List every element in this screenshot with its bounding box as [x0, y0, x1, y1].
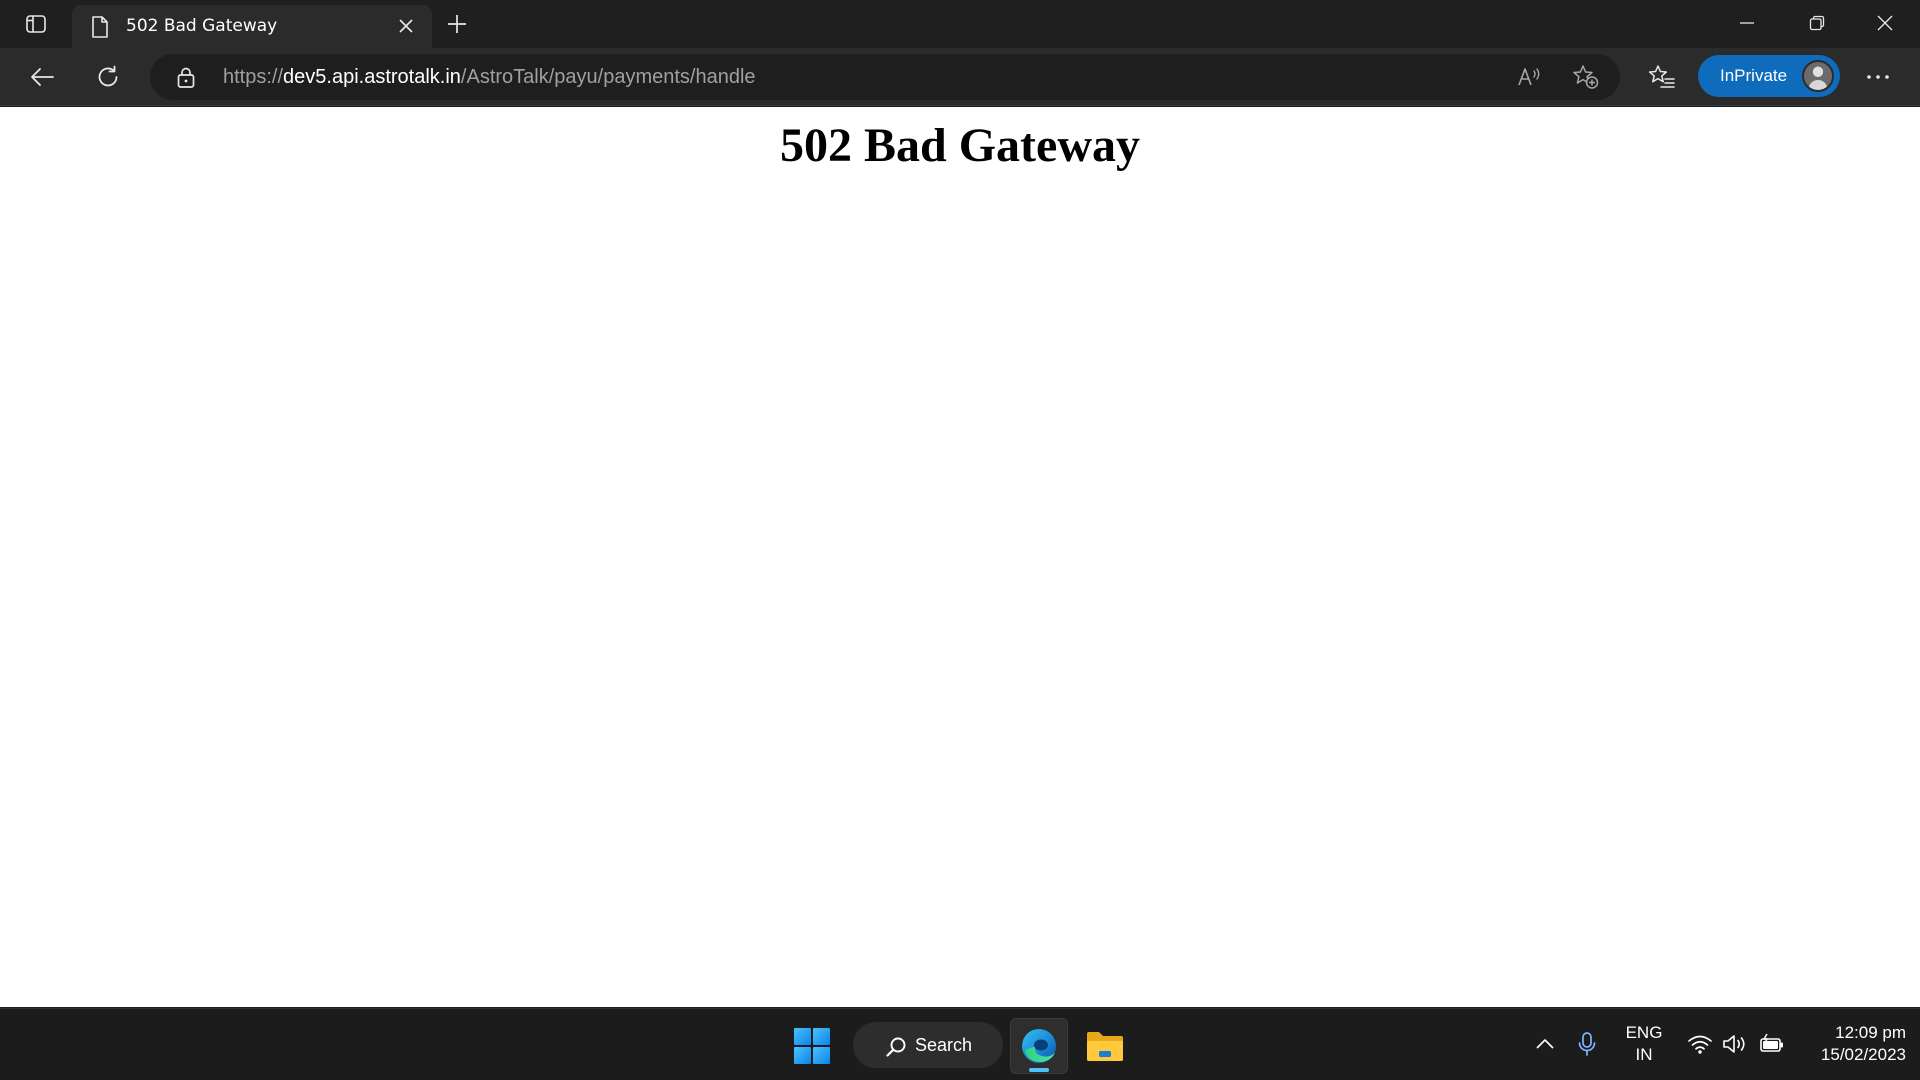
language-code: ENG: [1625, 1023, 1663, 1042]
tab-strip: 502 Bad Gateway: [0, 0, 1920, 48]
url-host: dev5.api.astrotalk.in: [283, 66, 461, 88]
more-options-button[interactable]: [1858, 58, 1898, 96]
active-app-indicator: [1029, 1068, 1049, 1072]
tab-actions-icon: [26, 15, 46, 33]
search-label: Search: [915, 1035, 973, 1055]
language-region: IN: [1635, 1045, 1653, 1064]
clock-time: 12:09 pm: [1835, 1023, 1906, 1042]
edge-taskbar-app[interactable]: [1010, 1018, 1068, 1074]
add-favorite-button[interactable]: [1570, 62, 1602, 92]
clock-date: 15/02/2023: [1820, 1045, 1906, 1064]
file-explorer-icon: [1087, 1032, 1123, 1061]
restore-icon: [1809, 15, 1825, 31]
volume-button[interactable]: [1721, 1029, 1751, 1059]
edge-icon: [1022, 1029, 1056, 1063]
battery-button[interactable]: [1757, 1029, 1787, 1059]
refresh-button[interactable]: [88, 58, 128, 96]
windows-start-icon[interactable]: [794, 1028, 830, 1064]
tab-actions-button[interactable]: [14, 10, 58, 38]
battery-icon: [1760, 1033, 1783, 1052]
favorites-button[interactable]: [1642, 58, 1682, 96]
taskbar: Search ENG IN 12:09 pm 15/02/2023: [0, 1008, 1920, 1080]
search-icon: [886, 1037, 906, 1057]
document-icon: [92, 16, 108, 38]
address-url[interactable]: https://dev5.api.astrotalk.in/AstroTalk/…: [223, 66, 756, 89]
minimize-icon: [1740, 22, 1754, 24]
minimize-button[interactable]: [1712, 0, 1782, 46]
page-content: 502 Bad Gateway: [0, 107, 1920, 1007]
inprivate-label: InPrivate: [1720, 66, 1788, 85]
browser-toolbar: https://dev5.api.astrotalk.in/AstroTalk/…: [0, 48, 1920, 106]
avatar: [1802, 60, 1834, 92]
tab-title: 502 Bad Gateway: [126, 16, 278, 36]
chevron-up-icon: [1536, 1039, 1554, 1049]
file-explorer-taskbar-app[interactable]: [1076, 1018, 1134, 1074]
read-aloud-icon: [1518, 68, 1540, 86]
plus-icon: [448, 15, 466, 33]
input-language-indicator[interactable]: ENG IN: [1620, 1022, 1668, 1066]
tab-close-button[interactable]: [394, 14, 418, 38]
volume-icon: [1723, 1035, 1745, 1053]
new-tab-button[interactable]: [440, 9, 474, 39]
active-tab[interactable]: 502 Bad Gateway: [72, 5, 432, 48]
wifi-icon: [1688, 1035, 1712, 1054]
read-aloud-button[interactable]: [1514, 62, 1546, 92]
close-icon: [1877, 15, 1893, 31]
back-button[interactable]: [22, 58, 62, 96]
show-hidden-icons-button[interactable]: [1530, 1029, 1560, 1059]
refresh-icon: [98, 65, 118, 87]
network-button[interactable]: [1685, 1029, 1715, 1059]
close-icon: [399, 19, 413, 33]
restore-button[interactable]: [1782, 0, 1852, 46]
lock-icon[interactable]: [176, 66, 196, 90]
star-add-icon: [1573, 65, 1599, 89]
more-icon: [1867, 75, 1889, 79]
system-clock[interactable]: 12:09 pm 15/02/2023: [1796, 1022, 1906, 1066]
taskbar-search-button[interactable]: Search: [853, 1022, 1003, 1068]
microphone-button[interactable]: [1572, 1029, 1602, 1059]
favorites-icon: [1648, 65, 1675, 88]
address-bar[interactable]: https://dev5.api.astrotalk.in/AstroTalk/…: [150, 54, 1620, 100]
url-path: /AstroTalk/payu/payments/handle: [460, 66, 756, 88]
back-arrow-icon: [31, 68, 54, 86]
microphone-icon: [1578, 1032, 1596, 1056]
url-scheme: https://: [223, 66, 284, 88]
page-title: 502 Bad Gateway: [780, 119, 1140, 172]
close-window-button[interactable]: [1850, 0, 1920, 46]
inprivate-profile-button[interactable]: InPrivate: [1698, 55, 1840, 97]
